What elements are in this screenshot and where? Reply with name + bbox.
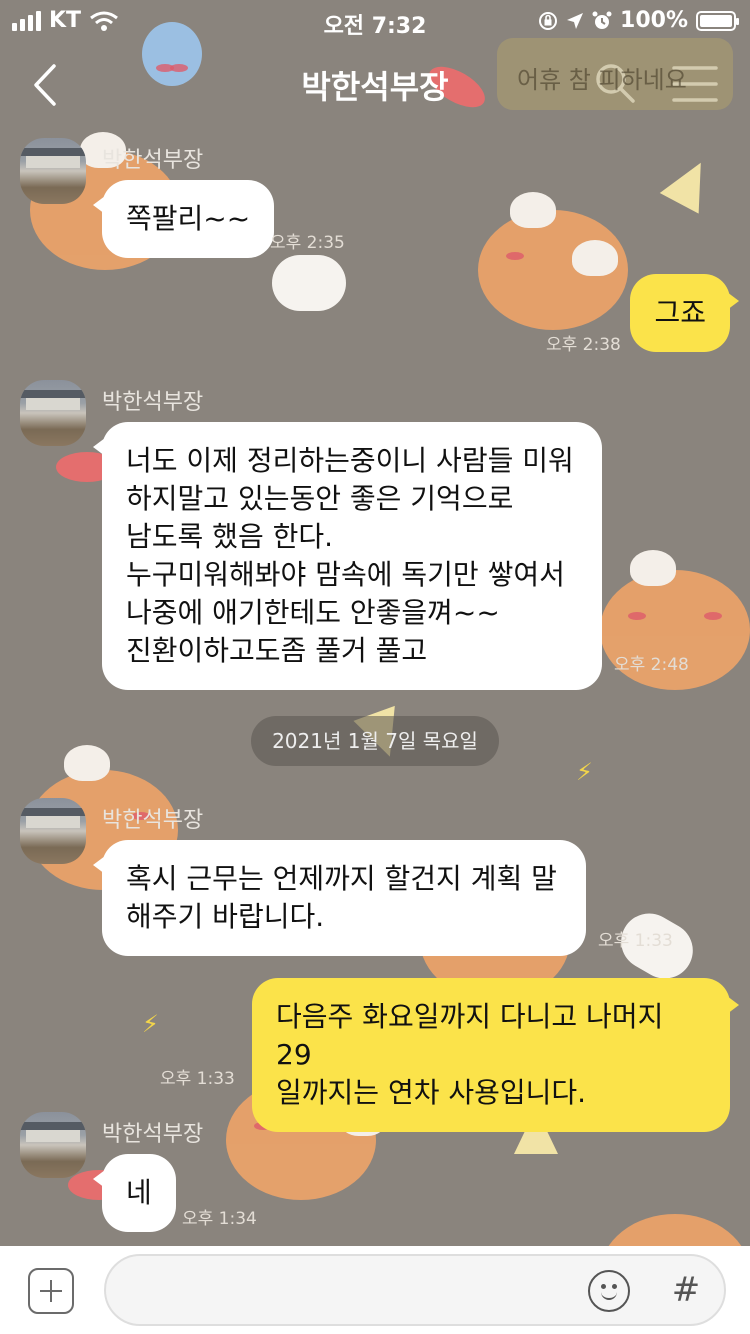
message-time: 오후 1:33	[598, 931, 673, 951]
message-line: 하지말고 있는동안 좋은 기억으로	[126, 482, 514, 515]
message-bubble[interactable]: 너도 이제 정리하는중이니 사람들 미워 하지말고 있는동안 좋은 기억으로 남…	[93, 422, 602, 690]
message-line: 진환이하고도좀 풀거 풀고	[126, 634, 428, 667]
avatar[interactable]	[20, 798, 86, 864]
character-ear-decor	[630, 550, 676, 586]
message-time: 오후 1:33	[160, 1069, 235, 1089]
notification-toast: 어휴 참 피하네요	[497, 38, 733, 110]
character-ear-decor	[572, 240, 618, 276]
message-time: 오후 2:38	[546, 335, 621, 355]
emoji-icon[interactable]	[588, 1270, 630, 1312]
plus-icon[interactable]	[28, 1268, 74, 1314]
message-input[interactable]	[104, 1254, 726, 1326]
sender-name: 박한석부장	[102, 148, 204, 173]
avatar[interactable]	[20, 1112, 86, 1178]
sender-name: 박한석부장	[102, 808, 204, 833]
message-line: 해주기 바랍니다.	[126, 900, 325, 933]
lightning-decor: ⚡	[142, 1010, 159, 1038]
emoji-mouth	[601, 1291, 617, 1300]
hash-icon[interactable]: #	[664, 1268, 708, 1312]
battery-level	[700, 14, 732, 27]
location-icon	[567, 12, 584, 29]
message-input-bar: #	[0, 1246, 750, 1334]
message-bubble[interactable]: 혹시 근무는 언제까지 할건지 계획 말 해주기 바랍니다.	[93, 840, 586, 956]
message-line: 누구미워해봐야 맘속에 독기만 쌓여서	[126, 558, 565, 591]
message-bubble[interactable]: 다음주 화요일까지 다니고 나머지 29 일까지는 연차 사용입니다.	[252, 978, 739, 1132]
sender-name: 박한석부장	[102, 390, 204, 415]
message-line: 나중에 애기한테도 안좋을껴~~	[126, 596, 500, 629]
message-time: 오후 2:35	[270, 233, 345, 253]
message-line: 다음주 화요일까지 다니고 나머지 29	[276, 1000, 664, 1071]
message-time: 오후 2:48	[614, 655, 689, 675]
rotation-lock-icon	[539, 11, 558, 30]
character-ear-decor	[510, 192, 556, 228]
message-line: 혹시 근무는 언제까지 할건지 계획 말	[126, 862, 557, 895]
avatar[interactable]	[20, 138, 86, 204]
battery-percent: 100%	[620, 8, 688, 33]
message-line: 너도 이제 정리하는중이니 사람들 미워	[126, 444, 574, 477]
message-bubble[interactable]: 쪽팔리~~	[92, 180, 275, 258]
date-divider: 2021년 1월 7일 목요일	[251, 716, 499, 766]
message-bubble[interactable]: 그죠	[630, 274, 739, 352]
message-line: 남도록 했음 한다.	[126, 520, 334, 553]
message-time: 오후 1:34	[182, 1209, 257, 1229]
battery-icon	[696, 10, 739, 31]
character-ear-decor	[64, 745, 110, 781]
sender-name: 박한석부장	[102, 1122, 204, 1147]
status-bar: KT 오전 7:32 100%	[0, 0, 750, 40]
alarm-icon	[592, 11, 612, 29]
avatar[interactable]	[20, 380, 86, 446]
party-hat-decor	[659, 152, 721, 214]
status-right: 100%	[538, 8, 739, 33]
cake-decor	[272, 255, 346, 311]
message-bubble[interactable]: 네	[93, 1154, 176, 1232]
lightning-decor: ⚡	[576, 758, 593, 786]
message-line: 일까지는 연차 사용입니다.	[276, 1076, 587, 1109]
